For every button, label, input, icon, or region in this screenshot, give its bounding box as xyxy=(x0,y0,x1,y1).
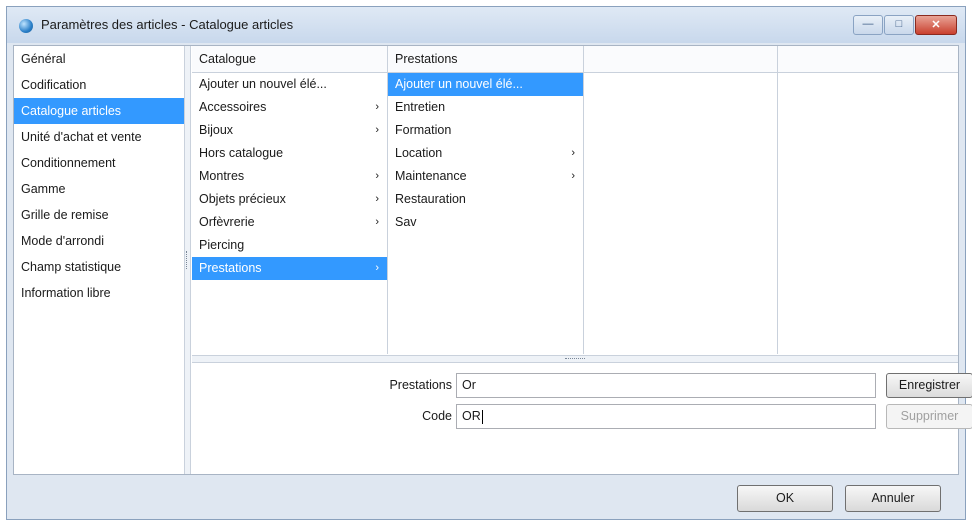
chevron-right-icon: › xyxy=(571,170,575,182)
content-area: Général Codification Catalogue articles … xyxy=(13,45,972,475)
app-icon xyxy=(19,19,33,33)
catalogue-item-objets-precieux[interactable]: Objets précieux › xyxy=(192,188,387,211)
row-label: Entretien xyxy=(395,100,446,114)
prestations-field[interactable]: Or xyxy=(456,373,876,398)
prestations-item-sav[interactable]: Sav xyxy=(388,211,583,234)
prestations-item-restauration[interactable]: Restauration xyxy=(388,188,583,211)
maximize-button[interactable]: □ xyxy=(884,15,914,35)
empty-column-header xyxy=(778,46,958,73)
delete-button[interactable]: Supprimer xyxy=(886,404,972,429)
splitter-grip-icon xyxy=(186,251,190,269)
chevron-right-icon: › xyxy=(571,147,575,159)
prestations-column: Prestations Ajouter un nouvel élé... Ent… xyxy=(388,46,584,354)
empty-column-3 xyxy=(584,46,778,354)
catalogue-item-accessoires[interactable]: Accessoires › xyxy=(192,96,387,119)
prestations-label: Prestations xyxy=(389,378,452,392)
sidebar-item-codification[interactable]: Codification xyxy=(14,72,184,98)
settings-window: Paramètres des articles - Catalogue arti… xyxy=(6,6,972,520)
title-bar[interactable]: Paramètres des articles - Catalogue arti… xyxy=(7,7,965,43)
edit-form: Prestations Or Enregistrer Code OR Suppr… xyxy=(192,363,972,474)
catalogue-add-item[interactable]: Ajouter un nouvel élé... xyxy=(192,73,387,96)
catalogue-item-montres[interactable]: Montres › xyxy=(192,165,387,188)
save-button[interactable]: Enregistrer xyxy=(886,373,972,398)
catalogue-column-header: Catalogue xyxy=(192,46,387,73)
prestations-item-maintenance[interactable]: Maintenance › xyxy=(388,165,583,188)
close-button[interactable]: ✕ xyxy=(915,15,957,35)
row-label: Piercing xyxy=(199,238,245,252)
vertical-splitter[interactable] xyxy=(185,46,191,474)
sidebar-item-grille-remise[interactable]: Grille de remise xyxy=(14,202,184,228)
text-cursor xyxy=(481,409,483,424)
chevron-right-icon: › xyxy=(375,101,379,113)
sidebar-item-catalogue-articles[interactable]: Catalogue articles xyxy=(14,98,184,124)
row-label: Ajouter un nouvel élé... xyxy=(199,77,327,91)
minimize-button[interactable]: — xyxy=(853,15,883,35)
row-label: Ajouter un nouvel élé... xyxy=(395,77,523,91)
ok-button[interactable]: OK xyxy=(737,485,833,512)
code-field[interactable]: OR xyxy=(456,404,876,429)
row-label: Hors catalogue xyxy=(199,146,284,160)
catalogue-item-prestations[interactable]: Prestations › xyxy=(192,257,387,280)
sidebar-item-information-libre[interactable]: Information libre xyxy=(14,280,184,306)
sidebar-item-unite-achat-vente[interactable]: Unité d'achat et vente xyxy=(14,124,184,150)
chevron-right-icon: › xyxy=(375,193,379,205)
chevron-right-icon: › xyxy=(375,170,379,182)
sidebar-item-gamme[interactable]: Gamme xyxy=(14,176,184,202)
prestations-add-item[interactable]: Ajouter un nouvel élé... xyxy=(388,73,583,96)
catalogue-item-bijoux[interactable]: Bijoux › xyxy=(192,119,387,142)
row-label: Restauration xyxy=(395,192,466,206)
row-label: Orfèvrerie xyxy=(199,215,255,229)
row-label: Accessoires xyxy=(199,100,267,114)
chevron-right-icon: › xyxy=(375,216,379,228)
sidebar-item-conditionnement[interactable]: Conditionnement xyxy=(14,150,184,176)
row-label: Sav xyxy=(395,215,417,229)
chevron-right-icon: › xyxy=(375,262,379,274)
chevron-right-icon: › xyxy=(375,124,379,136)
settings-sidebar: Général Codification Catalogue articles … xyxy=(14,46,185,474)
code-field-value: OR xyxy=(462,409,481,423)
horizontal-splitter[interactable] xyxy=(192,355,958,363)
close-icon: ✕ xyxy=(931,19,941,31)
window-title: Paramètres des articles - Catalogue arti… xyxy=(41,17,294,32)
catalogue-item-hors-catalogue[interactable]: Hors catalogue xyxy=(192,142,387,165)
prestations-item-location[interactable]: Location › xyxy=(388,142,583,165)
column-browser: Catalogue Ajouter un nouvel élé... Acces… xyxy=(192,46,958,354)
row-label: Formation xyxy=(395,123,452,137)
catalogue-item-orfevrerie[interactable]: Orfèvrerie › xyxy=(192,211,387,234)
splitter-grip-icon xyxy=(565,358,585,361)
dialog-footer: OK Annuler xyxy=(7,477,965,519)
row-label: Montres xyxy=(199,169,245,183)
sidebar-item-mode-arrondi[interactable]: Mode d'arrondi xyxy=(14,228,184,254)
prestations-item-entretien[interactable]: Entretien xyxy=(388,96,583,119)
prestations-field-value: Or xyxy=(462,378,476,392)
row-label: Bijoux xyxy=(199,123,234,137)
row-label: Objets précieux xyxy=(199,192,286,206)
maximize-icon: □ xyxy=(895,18,903,30)
catalogue-item-piercing[interactable]: Piercing xyxy=(192,234,387,257)
catalogue-column: Catalogue Ajouter un nouvel élé... Acces… xyxy=(192,46,388,354)
row-label: Location xyxy=(395,146,443,160)
sidebar-item-general[interactable]: Général xyxy=(14,46,184,72)
prestations-column-header: Prestations xyxy=(388,46,583,73)
empty-column-4 xyxy=(778,46,958,354)
prestations-item-formation[interactable]: Formation xyxy=(388,119,583,142)
minimize-icon: — xyxy=(862,18,874,30)
row-label: Maintenance xyxy=(395,169,467,183)
sidebar-item-champ-statistique[interactable]: Champ statistique xyxy=(14,254,184,280)
row-label: Prestations xyxy=(199,261,262,275)
cancel-button[interactable]: Annuler xyxy=(845,485,941,512)
empty-column-header xyxy=(584,46,777,73)
code-label: Code xyxy=(422,409,452,423)
